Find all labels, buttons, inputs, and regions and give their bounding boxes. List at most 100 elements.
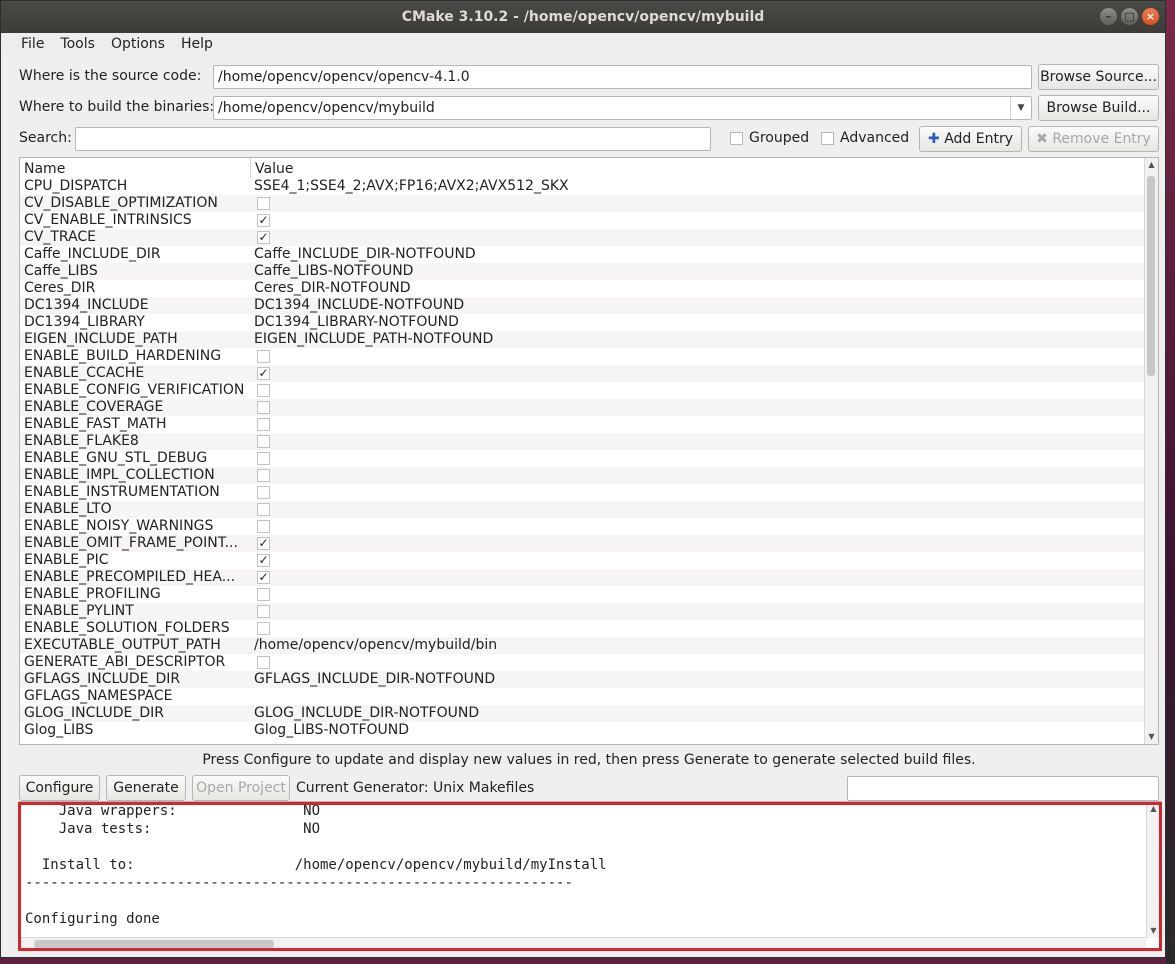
- log-horizontal-scrollbar[interactable]: [20, 937, 1146, 950]
- table-vertical-scrollbar[interactable]: ▲ ▼: [1144, 158, 1158, 744]
- entry-checkbox-checked[interactable]: ✓: [257, 554, 270, 567]
- column-header-value[interactable]: Value: [250, 158, 1144, 178]
- table-row[interactable]: CV_DISABLE_OPTIMIZATION: [20, 195, 1144, 212]
- entry-checkbox[interactable]: [257, 588, 270, 601]
- table-row[interactable]: Glog_LIBS Glog_LIBS-NOTFOUND: [20, 722, 1144, 739]
- table-row[interactable]: ENABLE_COVERAGE: [20, 399, 1144, 416]
- table-row[interactable]: ENABLE_FLAKE8: [20, 433, 1144, 450]
- browse-source-button[interactable]: Browse Source...: [1038, 64, 1159, 90]
- entry-value[interactable]: Caffe_INCLUDE_DIR-NOTFOUND: [254, 246, 476, 263]
- entry-checkbox[interactable]: [257, 401, 270, 414]
- table-row[interactable]: ENABLE_CCACHE ✓: [20, 365, 1144, 382]
- chevron-down-icon[interactable]: ▼: [1010, 97, 1031, 119]
- entry-value[interactable]: GFLAGS_INCLUDE_DIR-NOTFOUND: [254, 671, 495, 688]
- table-row[interactable]: EXECUTABLE_OUTPUT_PATH/home/opencv/openc…: [20, 637, 1144, 654]
- table-row[interactable]: Ceres_DIR Ceres_DIR-NOTFOUND: [20, 280, 1144, 297]
- table-row[interactable]: DC1394_LIBRARY DC1394_LIBRARY-NOTFOUND: [20, 314, 1144, 331]
- entry-checkbox-checked[interactable]: ✓: [257, 214, 270, 227]
- table-row[interactable]: GFLAGS_INCLUDE_DIR GFLAGS_INCLUDE_DIR-NOT…: [20, 671, 1144, 688]
- menu-file[interactable]: File: [13, 33, 52, 55]
- scroll-up-icon[interactable]: ▲: [1145, 158, 1158, 172]
- entry-checkbox[interactable]: [257, 605, 270, 618]
- menu-help[interactable]: Help: [173, 33, 221, 55]
- table-row[interactable]: ENABLE_IMPL_COLLECTION: [20, 467, 1144, 484]
- configure-button[interactable]: Configure: [19, 775, 100, 801]
- entry-checkbox-checked[interactable]: ✓: [257, 367, 270, 380]
- entry-checkbox[interactable]: [257, 469, 270, 482]
- log-vertical-scrollbar[interactable]: ▲ ▼: [1146, 802, 1160, 938]
- table-row[interactable]: ENABLE_PRECOMPILED_HEA... ✓: [20, 569, 1144, 586]
- log-line: ----------------------------------------…: [25, 875, 573, 891]
- maximize-icon[interactable]: □: [1121, 8, 1138, 25]
- table-row[interactable]: ENABLE_LTO: [20, 501, 1144, 518]
- remove-entry-button[interactable]: ✖ Remove Entry: [1028, 126, 1159, 152]
- entry-checkbox[interactable]: [257, 418, 270, 431]
- table-row[interactable]: EIGEN_INCLUDE_PATH EIGEN_INCLUDE_PATH-NOT…: [20, 331, 1144, 348]
- entry-checkbox[interactable]: [257, 384, 270, 397]
- entry-value[interactable]: Caffe_LIBS-NOTFOUND: [254, 263, 413, 280]
- table-row[interactable]: ENABLE_OMIT_FRAME_POINT... ✓: [20, 535, 1144, 552]
- table-row[interactable]: CV_TRACE ✓: [20, 229, 1144, 246]
- table-row[interactable]: ENABLE_INSTRUMENTATION: [20, 484, 1144, 501]
- entry-checkbox[interactable]: [257, 486, 270, 499]
- scroll-up-icon[interactable]: ▲: [1147, 802, 1160, 816]
- table-row[interactable]: ENABLE_PROFILING: [20, 586, 1144, 603]
- table-row[interactable]: ENABLE_GNU_STL_DEBUG: [20, 450, 1144, 467]
- entry-value[interactable]: Glog_LIBS-NOTFOUND: [254, 722, 409, 739]
- table-row[interactable]: ENABLE_PIC ✓: [20, 552, 1144, 569]
- advanced-checkbox[interactable]: [821, 132, 834, 145]
- entry-value[interactable]: GLOG_INCLUDE_DIR-NOTFOUND: [254, 705, 479, 722]
- table-row[interactable]: GLOG_INCLUDE_DIR GLOG_INCLUDE_DIR-NOTFOUN…: [20, 705, 1144, 722]
- entry-checkbox[interactable]: [257, 503, 270, 516]
- entry-value[interactable]: Ceres_DIR-NOTFOUND: [254, 280, 410, 297]
- entry-value[interactable]: SSE4_1;SSE4_2;AVX;FP16;AVX2;AVX512_SKX: [254, 178, 569, 195]
- table-row[interactable]: ENABLE_PYLINT: [20, 603, 1144, 620]
- entry-checkbox[interactable]: [257, 435, 270, 448]
- table-row[interactable]: ENABLE_SOLUTION_FOLDERS: [20, 620, 1144, 637]
- minimize-icon[interactable]: –: [1100, 8, 1117, 25]
- entry-checkbox[interactable]: [257, 656, 270, 669]
- entry-checkbox[interactable]: [257, 452, 270, 465]
- table-row[interactable]: GENERATE_ABI_DESCRIPTOR: [20, 654, 1144, 671]
- search-input[interactable]: [75, 127, 711, 151]
- title-bar[interactable]: CMake 3.10.2 - /home/opencv/opencv/mybui…: [1, 1, 1165, 33]
- entry-checkbox-checked[interactable]: ✓: [257, 571, 270, 584]
- generate-button[interactable]: Generate: [106, 775, 186, 801]
- table-row[interactable]: ENABLE_CONFIG_VERIFICATION: [20, 382, 1144, 399]
- entry-value[interactable]: EIGEN_INCLUDE_PATH-NOTFOUND: [254, 331, 493, 348]
- browse-build-button[interactable]: Browse Build...: [1038, 95, 1159, 121]
- scrollbar-thumb[interactable]: [34, 940, 274, 948]
- entry-checkbox[interactable]: [257, 350, 270, 363]
- entry-value[interactable]: /home/opencv/opencv/mybuild/bin: [254, 637, 497, 654]
- add-entry-button[interactable]: ✚ Add Entry: [919, 126, 1022, 152]
- table-row[interactable]: ENABLE_NOISY_WARNINGS: [20, 518, 1144, 535]
- table-row[interactable]: Caffe_LIBS Caffe_LIBS-NOTFOUND: [20, 263, 1144, 280]
- table-row[interactable]: CV_ENABLE_INTRINSICS ✓: [20, 212, 1144, 229]
- table-row[interactable]: CPU_DISPATCH SSE4_1;SSE4_2;AVX;FP16;AVX2;…: [20, 178, 1144, 195]
- source-path-input[interactable]: /home/opencv/opencv/opencv-4.1.0: [213, 65, 1032, 89]
- menu-tools[interactable]: Tools: [52, 33, 103, 55]
- entry-checkbox[interactable]: [257, 520, 270, 533]
- entry-value[interactable]: DC1394_INCLUDE-NOTFOUND: [254, 297, 464, 314]
- output-log[interactable]: Java wrappers: NO Java tests: NO Install…: [19, 801, 1161, 951]
- entry-checkbox[interactable]: [257, 197, 270, 210]
- close-icon[interactable]: ×: [1142, 8, 1159, 25]
- entry-checkbox-checked[interactable]: ✓: [257, 231, 270, 244]
- menu-options[interactable]: Options: [103, 33, 173, 55]
- table-row[interactable]: ENABLE_FAST_MATH: [20, 416, 1144, 433]
- build-path-combo[interactable]: /home/opencv/opencv/mybuild ▼: [213, 96, 1032, 120]
- table-row[interactable]: GFLAGS_NAMESPACE: [20, 688, 1144, 705]
- table-row[interactable]: Caffe_INCLUDE_DIR Caffe_INCLUDE_DIR-NOTFO…: [20, 246, 1144, 263]
- grouped-checkbox[interactable]: [730, 132, 743, 145]
- scroll-down-icon[interactable]: ▼: [1145, 730, 1158, 744]
- entry-value[interactable]: DC1394_LIBRARY-NOTFOUND: [254, 314, 459, 331]
- scrollbar-thumb[interactable]: [1147, 176, 1155, 376]
- table-row[interactable]: ENABLE_BUILD_HARDENING: [20, 348, 1144, 365]
- entry-checkbox-checked[interactable]: ✓: [257, 537, 270, 550]
- entry-checkbox[interactable]: [257, 622, 270, 635]
- open-project-button[interactable]: Open Project: [192, 775, 290, 801]
- scroll-down-icon[interactable]: ▼: [1147, 924, 1160, 938]
- table-row[interactable]: DC1394_INCLUDE DC1394_INCLUDE-NOTFOUND: [20, 297, 1144, 314]
- column-header-name[interactable]: Name: [20, 158, 250, 178]
